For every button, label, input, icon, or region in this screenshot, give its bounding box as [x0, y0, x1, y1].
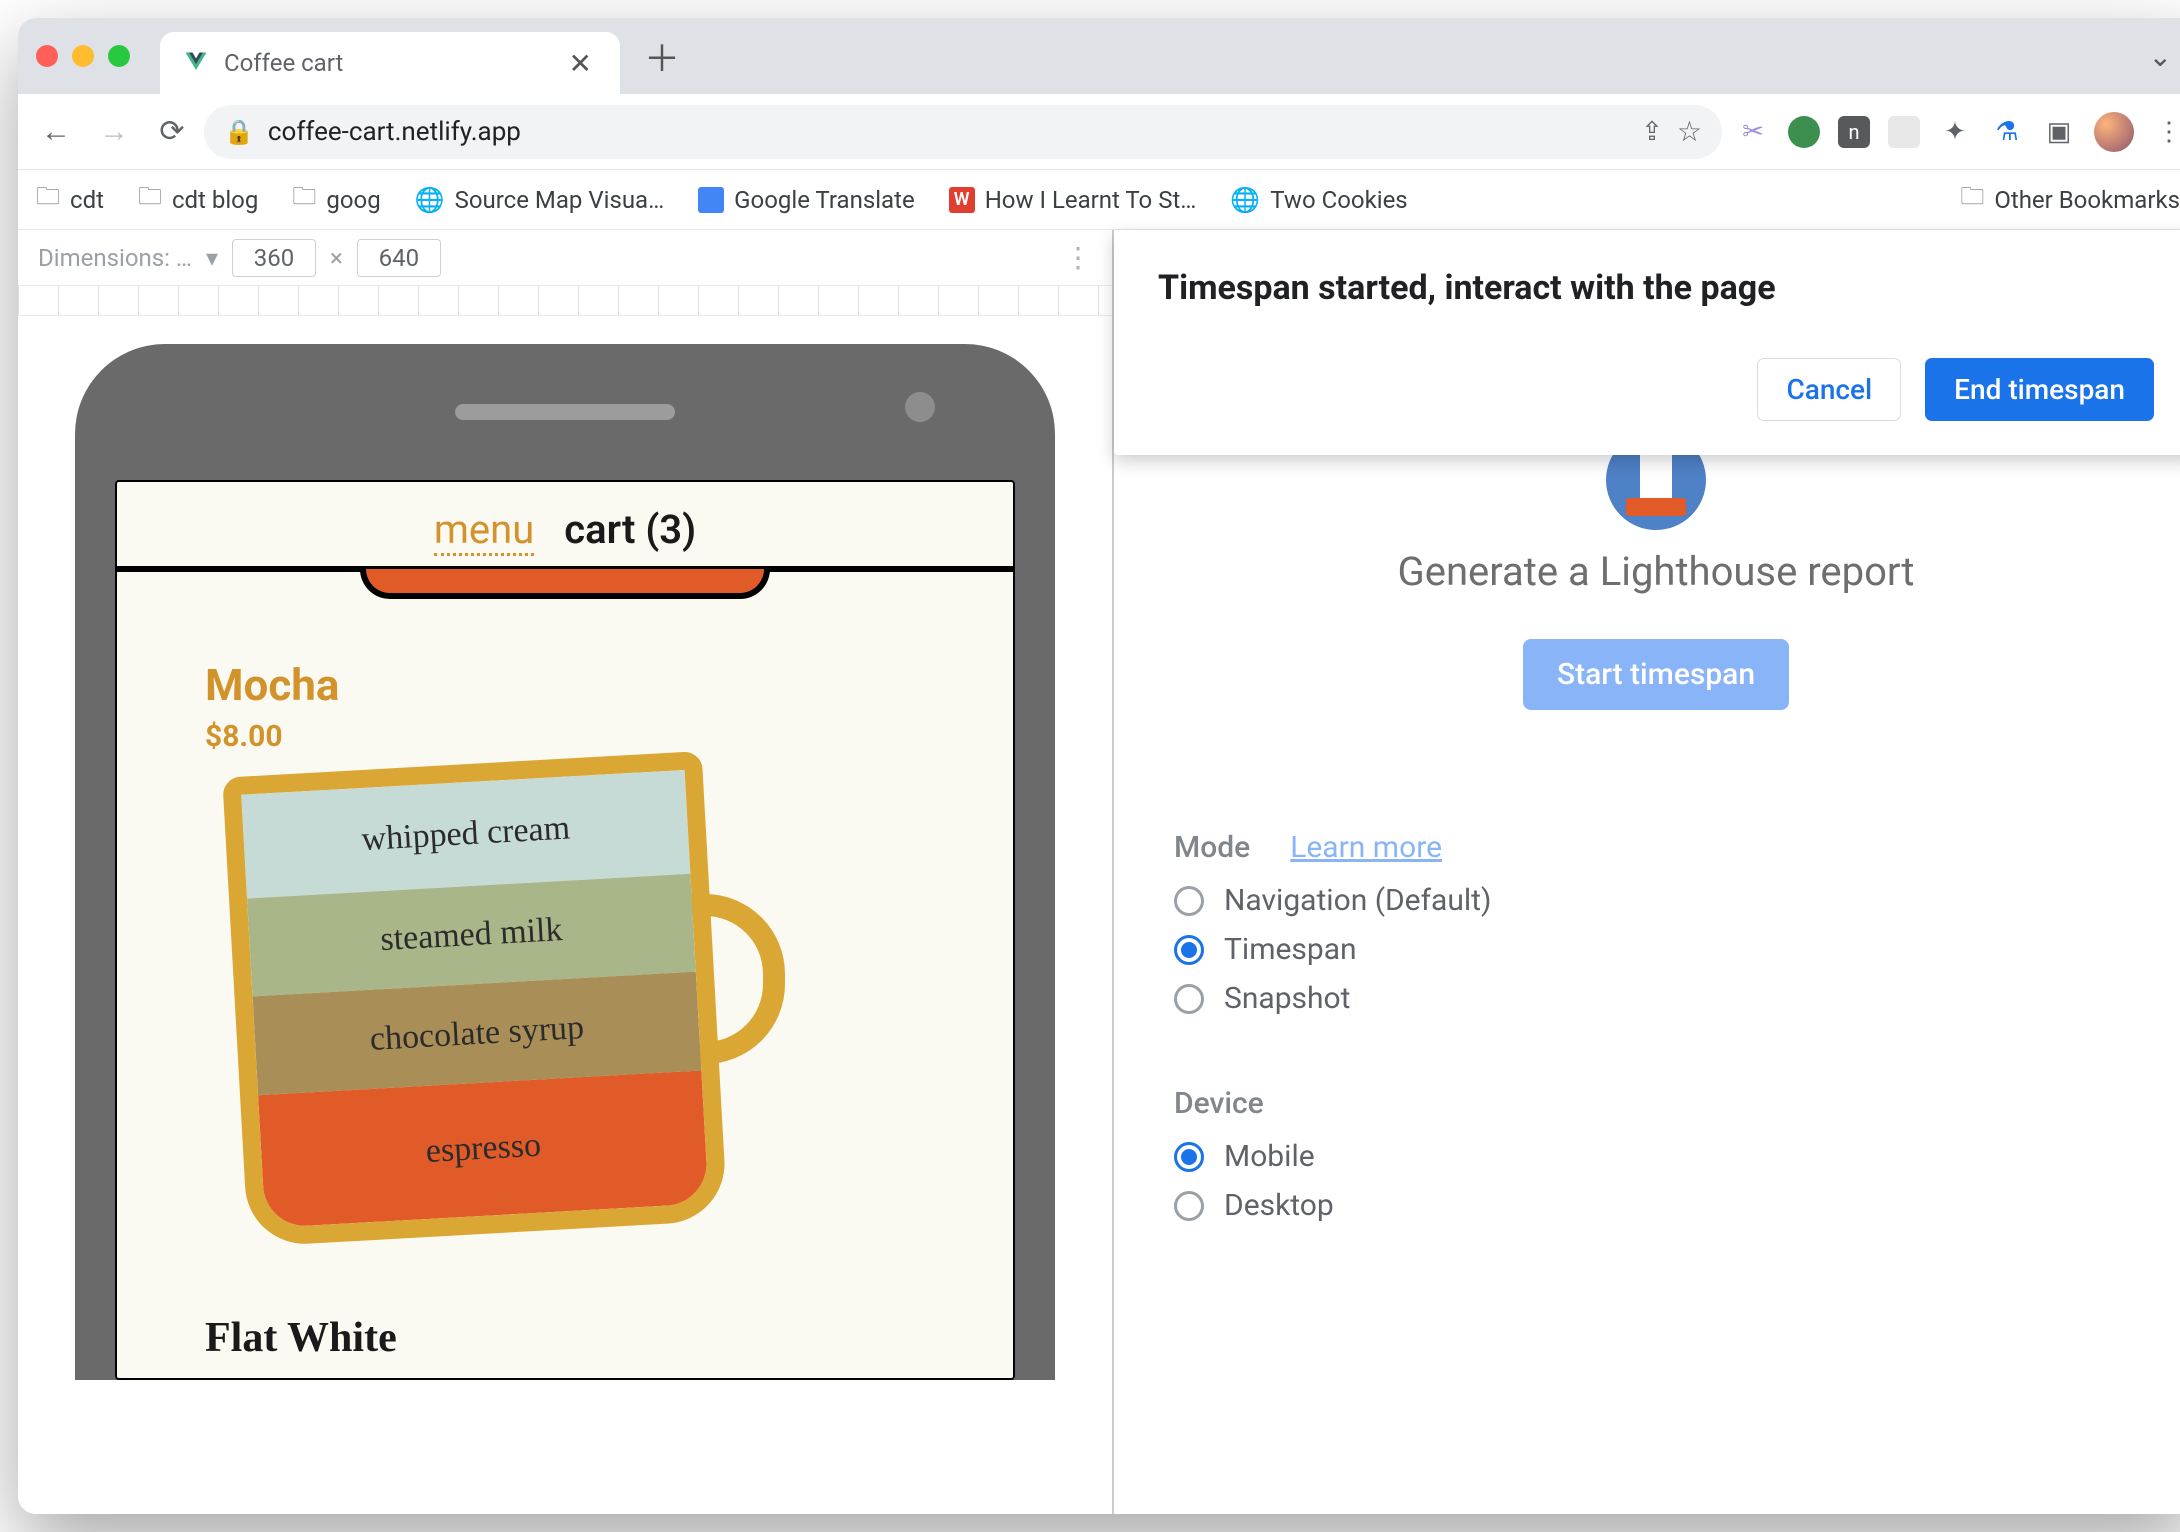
scissors-icon[interactable]: ✂: [1736, 115, 1770, 149]
bookmark-folder[interactable]: 🗀cdt: [36, 179, 104, 220]
globe-icon: 🌐: [1230, 186, 1260, 214]
tab-title: Coffee cart: [224, 49, 563, 77]
bookmarks-bar: 🗀cdt 🗀cdt blog 🗀goog 🌐Source Map Visua… …: [18, 170, 2180, 230]
bookmark-star-icon[interactable]: ☆: [1677, 115, 1702, 148]
radio-icon: [1174, 984, 1204, 1014]
device-toolbar-more-icon[interactable]: ⋮: [1064, 241, 1092, 274]
browser-tab[interactable]: Coffee cart ✕: [160, 32, 620, 94]
device-width-input[interactable]: [232, 239, 316, 277]
mode-option-timespan[interactable]: Timespan: [1174, 932, 2138, 967]
device-label: Device: [1174, 1086, 1264, 1121]
nav-menu-link[interactable]: menu: [434, 506, 534, 556]
emulated-page[interactable]: menu cart (3) Mocha $8.00 whipped cream: [115, 480, 1015, 1380]
close-window-button[interactable]: [36, 45, 58, 67]
dialog-title: Timespan started, interact with the page: [1158, 268, 2154, 308]
product-name: Flat White: [205, 1314, 925, 1362]
radio-icon: [1174, 1191, 1204, 1221]
lock-icon: 🔒: [224, 118, 254, 146]
bookmark-link[interactable]: 🌐Two Cookies: [1230, 186, 1407, 214]
forward-button[interactable]: →: [88, 106, 140, 158]
chrome-menu-icon[interactable]: ⋮: [2152, 115, 2180, 149]
device-section: Device Mobile Desktop: [1174, 1086, 2138, 1223]
devtools-pane: Timespan started, interact with the page…: [1114, 230, 2180, 1514]
sidepanel-icon[interactable]: ▣: [2042, 115, 2076, 149]
bookmark-folder[interactable]: 🗀goog: [292, 179, 380, 220]
product-price: $8.00: [205, 719, 925, 754]
end-timespan-button[interactable]: End timespan: [1925, 358, 2154, 421]
share-icon[interactable]: ⇪: [1641, 117, 1663, 147]
labs-flask-icon[interactable]: ⚗: [1990, 115, 2024, 149]
extension-icon[interactable]: [1788, 116, 1820, 148]
phone-camera-icon: [905, 392, 935, 422]
page-nav: menu cart (3): [117, 482, 1013, 566]
device-toolbar: Dimensions: … ▾ × ⋮: [18, 230, 1112, 286]
mode-section: Mode Learn more Navigation (Default) Tim…: [1174, 830, 2138, 1016]
omnibox[interactable]: 🔒 coffee-cart.netlify.app ⇪ ☆: [204, 105, 1722, 159]
extensions-puzzle-icon[interactable]: ✦: [1938, 115, 1972, 149]
decorative-notch: [360, 569, 770, 599]
device-frame: menu cart (3) Mocha $8.00 whipped cream: [75, 344, 1055, 1380]
profile-avatar[interactable]: [2094, 112, 2134, 152]
lighthouse-heading: Generate a Lighthouse report: [1174, 548, 2138, 595]
nav-cart-link[interactable]: cart (3): [564, 506, 696, 553]
phone-speaker-icon: [455, 404, 675, 420]
titlebar: Coffee cart ✕ ＋ ⌄: [18, 18, 2180, 94]
folder-icon: 🗀: [138, 179, 162, 220]
globe-icon: 🌐: [415, 186, 445, 214]
dimensions-label: Dimensions: …: [38, 244, 192, 272]
extension-icons: ✂ n ✦ ⚗ ▣ ⋮: [1728, 112, 2180, 152]
tabs-menu-icon[interactable]: ⌄: [2149, 40, 2180, 73]
device-height-input[interactable]: [357, 239, 441, 277]
extension-icon[interactable]: n: [1838, 116, 1870, 148]
reload-button[interactable]: ⟳: [146, 106, 198, 158]
ruler: [18, 286, 1112, 316]
other-bookmarks-folder[interactable]: 🗀Other Bookmarks: [1960, 179, 2180, 220]
bookmark-link[interactable]: 🌐Source Map Visua…: [415, 186, 665, 214]
product-card: Mocha $8.00 whipped cream steamed milk c…: [117, 599, 1013, 1362]
bookmark-folder[interactable]: 🗀cdt blog: [138, 179, 258, 220]
folder-icon: 🗀: [1960, 179, 1984, 220]
device-option-desktop[interactable]: Desktop: [1174, 1188, 2138, 1223]
traffic-lights: [36, 45, 160, 67]
address-bar: ← → ⟳ 🔒 coffee-cart.netlify.app ⇪ ☆ ✂ n …: [18, 94, 2180, 170]
multiply-icon: ×: [330, 244, 343, 272]
cup-illustration[interactable]: whipped cream steamed milk chocolate syr…: [235, 784, 755, 1254]
bookmark-link[interactable]: Google Translate: [698, 186, 915, 214]
device-option-mobile[interactable]: Mobile: [1174, 1139, 2138, 1174]
translate-icon: [698, 187, 724, 213]
mode-label: Mode: [1174, 830, 1250, 865]
product-name: Mocha: [205, 659, 925, 711]
new-tab-button[interactable]: ＋: [620, 30, 704, 82]
vue-icon: [182, 49, 210, 77]
cancel-button[interactable]: Cancel: [1757, 358, 1901, 421]
radio-icon: [1174, 935, 1204, 965]
close-tab-icon[interactable]: ✕: [563, 47, 598, 80]
folder-icon: 🗀: [292, 179, 316, 220]
mode-option-navigation[interactable]: Navigation (Default): [1174, 883, 2138, 918]
browser-window: Coffee cart ✕ ＋ ⌄ ← → ⟳ 🔒 coffee-cart.ne…: [18, 18, 2180, 1514]
maximize-window-button[interactable]: [108, 45, 130, 67]
extension-icon[interactable]: [1888, 116, 1920, 148]
minimize-window-button[interactable]: [72, 45, 94, 67]
device-emulation-pane: Dimensions: … ▾ × ⋮ menu cart (3): [18, 230, 1114, 1514]
folder-icon: 🗀: [36, 179, 60, 220]
radio-icon: [1174, 886, 1204, 916]
back-button[interactable]: ←: [30, 106, 82, 158]
cup-layer: espresso: [258, 1070, 709, 1228]
timespan-dialog: Timespan started, interact with the page…: [1114, 230, 2180, 455]
radio-icon: [1174, 1142, 1204, 1172]
site-icon: W: [949, 187, 975, 213]
device-dropdown-icon[interactable]: ▾: [206, 244, 218, 272]
url-text: coffee-cart.netlify.app: [268, 117, 521, 147]
mode-option-snapshot[interactable]: Snapshot: [1174, 981, 2138, 1016]
learn-more-link[interactable]: Learn more: [1290, 830, 1442, 865]
lighthouse-hero: Generate a Lighthouse report Start times…: [1174, 430, 2138, 710]
start-timespan-button[interactable]: Start timespan: [1523, 639, 1789, 710]
bookmark-link[interactable]: WHow I Learnt To St…: [949, 186, 1197, 214]
